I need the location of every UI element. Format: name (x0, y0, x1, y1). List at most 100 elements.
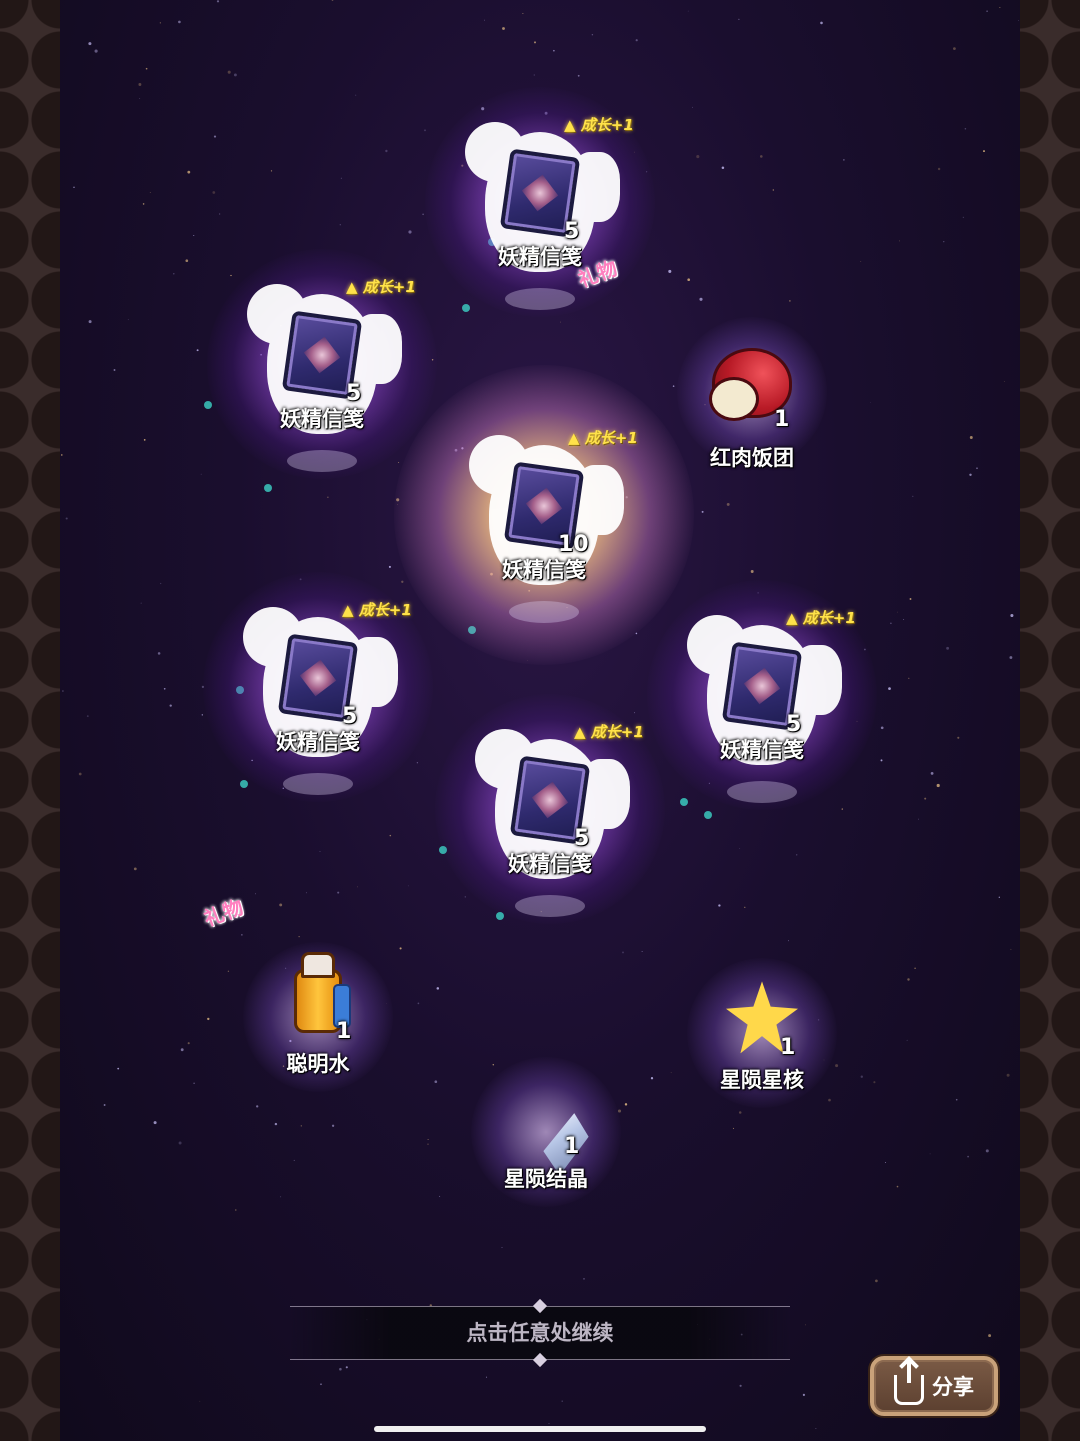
star (149, 192, 151, 194)
star (553, 49, 555, 52)
reward-item[interactable]: ▲ 成长+1 5 妖精信笺 (203, 571, 433, 810)
star (279, 903, 283, 907)
star (385, 149, 388, 153)
star (880, 726, 884, 730)
reward-item[interactable]: ▲ 成长+1 5 妖精信笺 (435, 693, 665, 932)
item-count: 1 (564, 1134, 580, 1159)
star (1010, 948, 1012, 950)
star (969, 473, 972, 477)
star (843, 159, 845, 161)
star (1009, 656, 1013, 659)
star (533, 41, 537, 44)
reward-item[interactable]: 礼物 1 聪明水 (201, 895, 418, 1140)
star (61, 454, 63, 456)
star (339, 1367, 342, 1371)
star (185, 259, 189, 263)
star (270, 170, 273, 172)
reward-item[interactable]: 1 星陨星核 (662, 936, 862, 1156)
star (427, 1143, 429, 1145)
star (577, 74, 580, 77)
star (86, 715, 89, 717)
star (213, 135, 217, 138)
star (436, 987, 440, 990)
star (178, 1141, 182, 1145)
star (943, 241, 945, 243)
star (484, 19, 485, 21)
star (983, 150, 985, 153)
star (193, 1082, 195, 1085)
star (305, 892, 307, 894)
tap-to-continue-bar[interactable]: 点击任意处继续 (290, 1306, 790, 1360)
star (407, 885, 409, 887)
reward-screen[interactable]: ▲ 成长+1 5 妖精信笺 ▲ 成长+1 5 妖精信笺 礼物 1 红肉饭团 ▲ … (60, 0, 1020, 1441)
star (331, 0, 334, 1)
star (113, 369, 116, 371)
star (62, 690, 64, 692)
star (207, 1017, 210, 1021)
star (187, 1042, 190, 1045)
star (140, 602, 142, 604)
star (635, 39, 638, 42)
star (533, 74, 535, 76)
share-button[interactable]: 分享 (870, 1356, 998, 1416)
star (721, 166, 725, 169)
star (389, 834, 392, 837)
star (650, 1077, 654, 1080)
star (200, 473, 202, 475)
teal-sparkle (204, 401, 212, 409)
share-label: 分享 (932, 1375, 974, 1399)
star (591, 33, 594, 36)
star (427, 1138, 429, 1141)
star (903, 619, 905, 620)
star (339, 224, 341, 226)
star (860, 260, 862, 263)
star (820, 21, 823, 25)
star (964, 128, 967, 130)
item-name: 妖精信笺 (720, 738, 804, 763)
star (969, 436, 973, 439)
star (967, 1155, 969, 1158)
reward-item[interactable]: ▲ 成长+1 5 妖精信笺 (647, 579, 877, 818)
star (583, 1278, 585, 1280)
star (912, 495, 914, 498)
star (930, 772, 934, 775)
star (388, 565, 391, 568)
star (936, 783, 940, 788)
star (548, 1423, 550, 1424)
star (227, 70, 231, 74)
star (875, 1279, 878, 1283)
star (422, 213, 424, 216)
star (408, 230, 412, 234)
reward-item[interactable]: ▲ 成长+1 5 妖精信笺 (207, 248, 437, 487)
star (127, 319, 129, 321)
home-indicator[interactable] (374, 1426, 706, 1432)
item-name: 星陨结晶 (504, 1166, 588, 1191)
reward-item-highlighted[interactable]: ▲ 成长+1 10 妖精信笺 (394, 364, 694, 665)
growth-badge: ▲ 成长+1 (568, 428, 638, 447)
star (173, 273, 175, 275)
star (561, 1400, 563, 1402)
reward-item[interactable]: ▲ 成长+1 5 妖精信笺 (425, 86, 655, 325)
item-name: 妖精信笺 (276, 730, 360, 755)
star (401, 580, 404, 583)
star (696, 155, 700, 159)
star (687, 10, 689, 12)
star (739, 848, 741, 849)
star (909, 598, 912, 600)
star (199, 1400, 201, 1402)
star (73, 186, 75, 189)
star (142, 203, 145, 205)
star (998, 896, 1000, 898)
reward-item[interactable]: 1 星陨结晶 (446, 1035, 646, 1255)
star (899, 240, 900, 242)
star (888, 687, 891, 690)
star (280, 1196, 282, 1198)
star (340, 177, 342, 179)
right-border-pattern (1020, 0, 1080, 1441)
star (884, 1161, 886, 1163)
star (439, 1195, 441, 1197)
star (434, 1080, 438, 1084)
star (293, 1159, 295, 1161)
star (193, 235, 195, 236)
growth-badge: ▲ 成长+1 (564, 115, 634, 134)
